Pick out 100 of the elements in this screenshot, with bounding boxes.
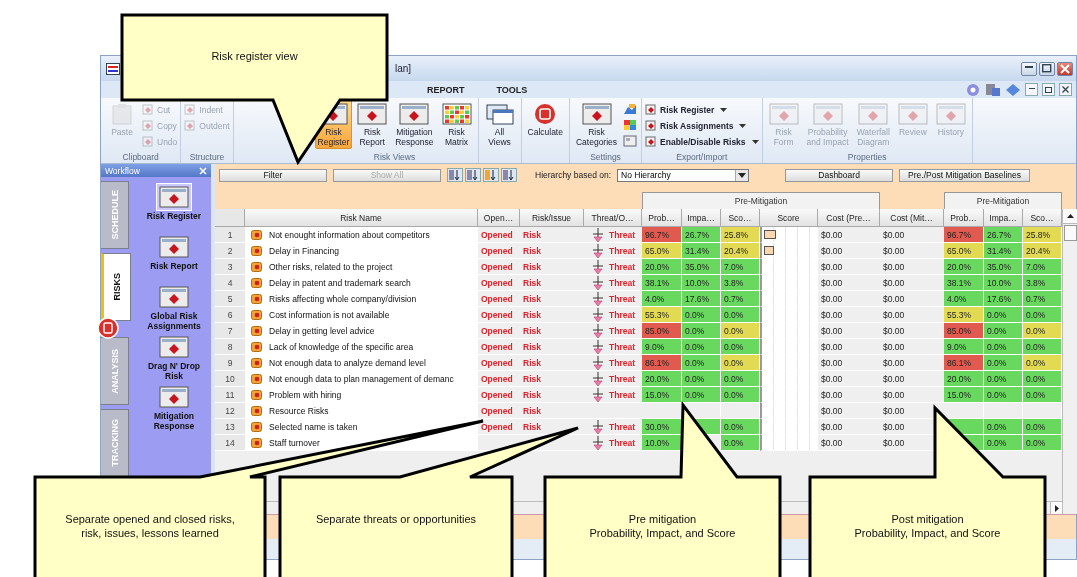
column-header[interactable]: Cost (Mit…: [880, 209, 944, 227]
column-header[interactable]: Cost (Pre…: [818, 209, 880, 227]
column-header[interactable]: Risk Name: [245, 209, 478, 227]
close-icon: [1062, 86, 1069, 93]
ribbon-button[interactable]: Mitigation Response: [392, 100, 437, 149]
risk-name: Problem with hiring: [269, 389, 342, 400]
group-label: Structure: [188, 151, 226, 163]
column-header[interactable]: Score: [760, 209, 818, 227]
rating-cell: 0.0%: [721, 435, 760, 451]
document-icon: [142, 104, 154, 115]
close-button[interactable]: [1057, 61, 1073, 76]
row-number: 7: [215, 323, 245, 339]
workflow-item[interactable]: Mitigation Response: [138, 383, 210, 431]
workflow-item[interactable]: Global Risk Assignments: [138, 283, 210, 331]
column-header[interactable]: Impa…: [984, 209, 1023, 227]
rating-cell: 35.0%: [984, 259, 1023, 275]
restore-button[interactable]: [1042, 83, 1055, 96]
risk-dot-icon: [251, 325, 262, 336]
column-header[interactable]: Risk/Issue: [520, 209, 584, 227]
rating-cell: 20.0%: [944, 371, 984, 387]
callout-text: Risk register view: [210, 49, 299, 63]
workflow-item[interactable]: Drag N' Drop Risk: [138, 333, 210, 381]
rating-cell: 7.0%: [721, 259, 760, 275]
callout-text: Pre mitigation Probability, Impact, and Score: [588, 512, 737, 540]
sort-icon: [466, 169, 480, 181]
column-header[interactable]: Prob…: [944, 209, 984, 227]
rating-cell: 20.4%: [721, 243, 760, 259]
sort-button[interactable]: [501, 168, 517, 182]
minimize-button[interactable]: [1025, 83, 1038, 96]
document-icon: [645, 104, 658, 115]
sort-button[interactable]: [483, 168, 499, 182]
column-header[interactable]: Sco…: [721, 209, 760, 227]
down-arrow-icon: [591, 259, 605, 274]
column-header[interactable]: Threat/O…: [584, 209, 642, 227]
scroll-right-button[interactable]: [1050, 502, 1062, 514]
workflow-item[interactable]: Risk Report: [138, 233, 210, 281]
circle-icon: [97, 317, 119, 339]
settings-button[interactable]: [622, 118, 639, 132]
rating-cell: 15.0%: [944, 387, 984, 403]
rating-cell: 25.8%: [1023, 227, 1062, 243]
rating-cell: 17.6%: [682, 291, 721, 307]
risk-name: Delay in patent and trademark search: [269, 277, 411, 288]
maximize-button[interactable]: [1039, 61, 1055, 76]
down-arrow-icon: [591, 323, 605, 338]
rating-cell: 0.0%: [682, 323, 721, 339]
risk-dot-icon: [251, 309, 262, 320]
minimize-icon: [1025, 66, 1033, 68]
column-header[interactable]: Impa…: [682, 209, 721, 227]
rating-cell: 10.0%: [984, 275, 1023, 291]
ribbon-button[interactable]: Risk Matrix: [438, 100, 475, 149]
risk-name: Not enough data to plan management of demanc: [269, 373, 454, 384]
rating-cell: 0.0%: [721, 419, 760, 435]
risk-dot-icon: [251, 277, 262, 288]
settings-button[interactable]: [622, 102, 639, 116]
ribbon-button[interactable]: Risk Assignments: [645, 119, 759, 132]
ribbon-tab[interactable]: TOOLS: [480, 82, 544, 97]
scroll-thumb[interactable]: [1064, 225, 1077, 241]
rating-cell: 7.0%: [1023, 259, 1062, 275]
ribbon-button[interactable]: All Views: [481, 100, 518, 149]
rating-cell: 0.0%: [721, 307, 760, 323]
vertical-scrollbar[interactable]: [1062, 209, 1077, 514]
risk-dot-icon: [251, 341, 262, 352]
risk-name: Not enough data to analyze demand level: [269, 357, 426, 368]
sort-button[interactable]: [465, 168, 481, 182]
risk-dot-icon: [251, 293, 262, 304]
hierarchy-dropdown[interactable]: No Hierarchy: [617, 168, 750, 182]
risk-dot-icon: [251, 229, 262, 240]
row-number: 11: [215, 387, 245, 403]
ribbon-button[interactable]: Calculate: [524, 100, 566, 146]
rating-cell: 4.0%: [642, 291, 682, 307]
sort-button[interactable]: [447, 168, 463, 182]
toolbar-button[interactable]: Pre./Post Mitigation Baselines: [899, 168, 1030, 182]
document-icon: [142, 120, 154, 131]
rating-cell: 0.7%: [1023, 291, 1062, 307]
close-button[interactable]: [1059, 83, 1072, 96]
minimize-button[interactable]: [1021, 61, 1037, 76]
risk-name: Lack of knowledge of the specific area: [269, 341, 414, 352]
ribbon-button[interactable]: Risk Register: [645, 103, 759, 116]
risk-dot-icon: [251, 357, 262, 368]
rating-cell: 20.4%: [1023, 243, 1062, 259]
rating-cell: 0.0%: [984, 307, 1023, 323]
ribbon-tab[interactable]: REPORT: [411, 82, 481, 97]
workflow-item[interactable]: Risk Register: [138, 183, 210, 231]
chart-icon: [623, 103, 638, 115]
panel-icon: [159, 286, 189, 308]
down-arrow-icon: [591, 387, 605, 402]
filter-button[interactable]: Filter: [219, 168, 327, 182]
rating-cell: 0.0%: [721, 371, 760, 387]
ribbon-button[interactable]: Risk Categories: [572, 100, 621, 149]
down-arrow-icon: [591, 371, 605, 386]
ribbon-button[interactable]: Enable/Disable Risks: [645, 135, 759, 148]
toolbar-button[interactable]: Dashboard: [785, 168, 894, 182]
rating-cell: 0.0%: [682, 371, 721, 387]
column-header[interactable]: Sco…: [1023, 209, 1062, 227]
ribbon-button[interactable]: Risk Report: [354, 100, 391, 149]
column-group-header: Pre-Mitigation: [944, 192, 1062, 209]
column-header[interactable]: Open…: [478, 209, 520, 227]
cost-text: $0.00: [818, 435, 880, 451]
side-tab[interactable]: RISKS: [101, 253, 131, 321]
column-header[interactable]: Prob…: [642, 209, 682, 227]
